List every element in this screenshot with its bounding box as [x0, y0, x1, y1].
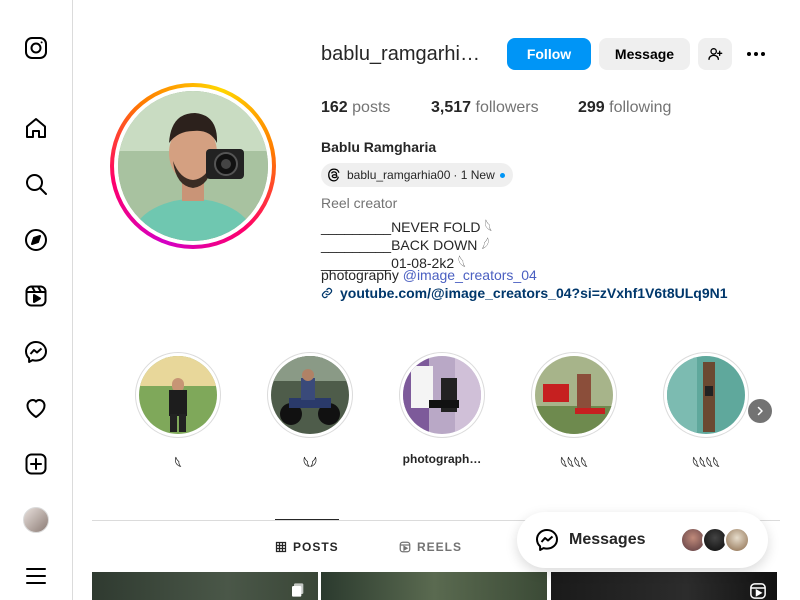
- highlight-label: 𓆩𓆪: [303, 457, 317, 471]
- home-icon[interactable]: [22, 114, 50, 142]
- chevron-right-icon: [757, 406, 763, 416]
- bio-mention-link[interactable]: @image_creators_04: [403, 267, 537, 283]
- active-tab-indicator: [275, 519, 339, 520]
- profile-header: bablu_ramgarhia00: [321, 38, 487, 70]
- profile-photo: [118, 91, 268, 241]
- profile-picture[interactable]: [110, 83, 276, 249]
- bio-text: photography: [321, 267, 403, 283]
- suggested-users-button[interactable]: [698, 38, 732, 70]
- posts-count: 162: [321, 99, 348, 116]
- post-thumbnail[interactable]: [321, 572, 547, 600]
- grid-icon: [275, 541, 287, 553]
- external-link[interactable]: youtube.com/@image_creators_04?si=zVxhf1…: [321, 285, 728, 301]
- avatar: [23, 507, 49, 533]
- threads-icon: [328, 168, 340, 182]
- full-name: Bablu Ramgharia: [321, 139, 437, 155]
- highlight-cover: [139, 356, 217, 434]
- highlight-cover: [403, 356, 481, 434]
- threads-badge[interactable]: bablu_ramgarhia00 · 1 New: [321, 163, 513, 187]
- highlight-cover: [535, 356, 613, 434]
- reel-indicator-icon: [750, 583, 766, 599]
- profile-avatar[interactable]: [22, 506, 50, 534]
- add-user-icon: [708, 48, 723, 60]
- posts-stat: 162 posts: [321, 99, 390, 117]
- following-stat[interactable]: 299 following: [578, 99, 671, 117]
- avatar: [724, 527, 750, 553]
- highlights-next-button[interactable]: [748, 399, 772, 423]
- messages-label: Messages: [569, 531, 646, 548]
- more-dots-icon: [747, 52, 765, 56]
- followers-count: 3,517: [431, 99, 472, 116]
- threads-handle: bablu_ramgarhia00: [347, 168, 451, 182]
- followers-stat[interactable]: 3,517 followers: [431, 99, 539, 117]
- highlight-item[interactable]: photograph…: [398, 352, 486, 466]
- tab-posts[interactable]: POSTS: [275, 540, 339, 554]
- recent-conversations: [680, 527, 750, 553]
- threads-new-count: · 1 New: [453, 168, 495, 182]
- post-thumbnail[interactable]: [551, 572, 777, 600]
- highlight-cover: [271, 356, 349, 434]
- carousel-icon: [292, 583, 304, 597]
- bio-line-4: photography @image_creators_04: [321, 267, 537, 283]
- tab-reels[interactable]: REELS: [399, 540, 462, 554]
- messenger-icon[interactable]: [22, 338, 50, 366]
- highlight-item[interactable]: 𓆩𓆩𓆩𓆩: [662, 352, 750, 472]
- post-thumbnail[interactable]: [92, 572, 318, 600]
- username: bablu_ramgarhia00: [321, 42, 487, 65]
- search-icon[interactable]: [22, 170, 50, 198]
- highlight-item[interactable]: 𓆩: [134, 352, 222, 472]
- follow-button[interactable]: Follow: [507, 38, 591, 70]
- sidebar: [0, 0, 73, 600]
- external-link-text: youtube.com/@image_creators_04?si=zVxhf1…: [340, 285, 728, 301]
- instagram-icon[interactable]: [22, 34, 50, 62]
- heart-icon[interactable]: [22, 394, 50, 422]
- following-count: 299: [578, 99, 605, 116]
- new-dot-indicator: [499, 172, 505, 178]
- reels-icon[interactable]: [22, 282, 50, 310]
- menu-icon[interactable]: [22, 562, 50, 590]
- highlight-item[interactable]: 𓆩𓆩𓆩𓆩: [530, 352, 618, 472]
- highlight-item[interactable]: 𓆩𓆪: [266, 352, 354, 472]
- posts-label: posts: [352, 99, 391, 116]
- message-button[interactable]: Message: [599, 38, 690, 70]
- highlight-label: 𓆩𓆩𓆩𓆩: [692, 457, 720, 471]
- followers-label: followers: [475, 99, 539, 116]
- highlight-label: 𓆩𓆩𓆩𓆩: [560, 457, 588, 471]
- highlight-cover: [667, 356, 745, 434]
- tab-reels-label: REELS: [417, 540, 463, 554]
- tab-posts-label: POSTS: [293, 540, 339, 554]
- messages-drawer-button[interactable]: Messages: [517, 512, 768, 568]
- compass-icon[interactable]: [22, 226, 50, 254]
- following-label: following: [609, 99, 672, 116]
- reels-icon: [399, 541, 411, 553]
- link-icon: [321, 287, 333, 299]
- highlight-label: photograph…: [402, 452, 482, 466]
- plus-square-icon[interactable]: [22, 450, 50, 478]
- more-options-button[interactable]: [742, 40, 770, 68]
- messenger-icon: [536, 529, 558, 551]
- category-label: Reel creator: [321, 195, 398, 211]
- highlight-label: 𓆩: [174, 457, 182, 471]
